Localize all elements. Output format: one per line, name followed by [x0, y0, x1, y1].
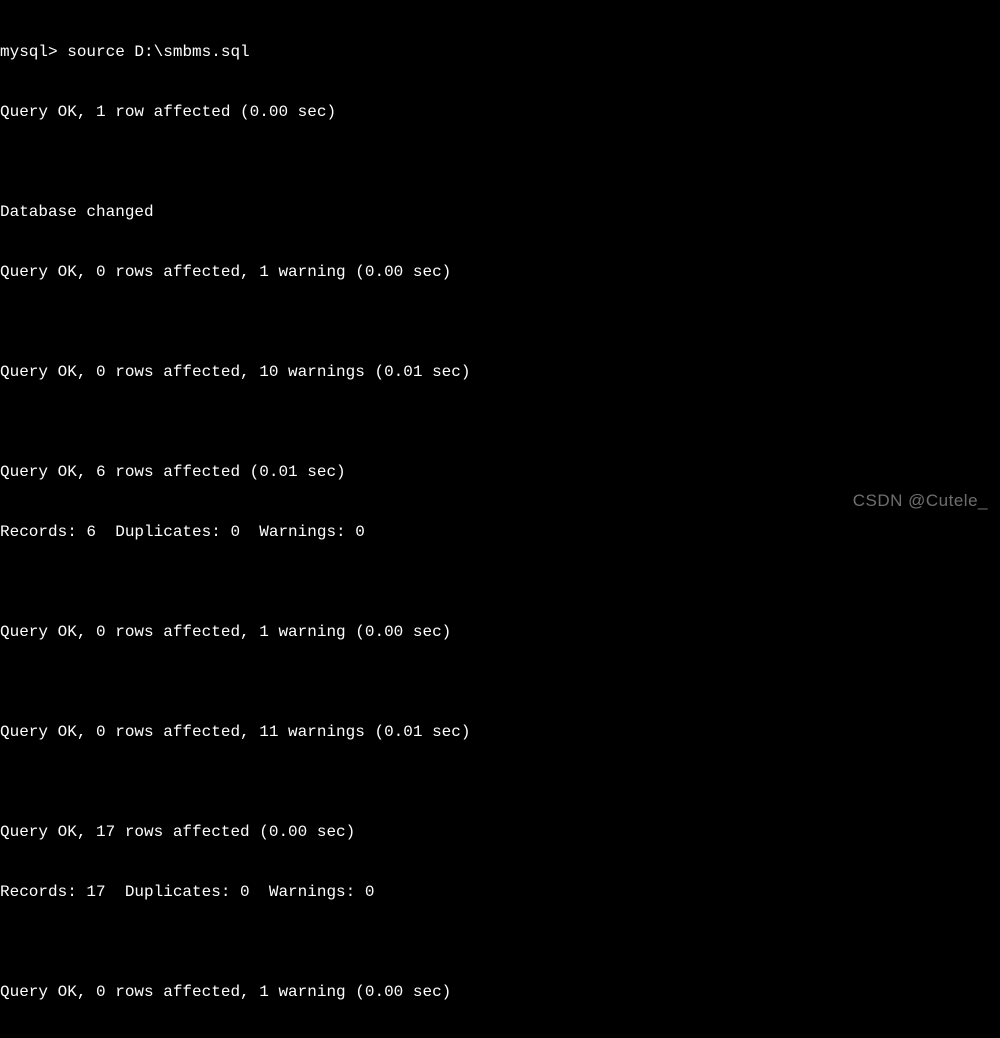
command-line: mysql> source D:\smbms.sql [0, 42, 1000, 62]
output-line: Database changed [0, 202, 1000, 222]
output-line: Query OK, 1 row affected (0.00 sec) [0, 102, 1000, 122]
output-line: Query OK, 0 rows affected, 1 warning (0.… [0, 982, 1000, 1002]
output-line: Query OK, 0 rows affected, 10 warnings (… [0, 362, 1000, 382]
output-line: Query OK, 0 rows affected, 1 warning (0.… [0, 262, 1000, 282]
output-line: Records: 17 Duplicates: 0 Warnings: 0 [0, 882, 1000, 902]
output-line: Query OK, 0 rows affected, 11 warnings (… [0, 722, 1000, 742]
terminal-output[interactable]: mysql> source D:\smbms.sql Query OK, 1 r… [0, 2, 1000, 1038]
output-line: Query OK, 0 rows affected, 1 warning (0.… [0, 622, 1000, 642]
watermark-text: CSDN @Cutele_ [853, 490, 988, 511]
output-line: Query OK, 6 rows affected (0.01 sec) [0, 462, 1000, 482]
command-text: source D:\smbms.sql [67, 43, 249, 61]
prompt: mysql> [0, 43, 67, 61]
output-line: Records: 6 Duplicates: 0 Warnings: 0 [0, 522, 1000, 542]
output-line: Query OK, 17 rows affected (0.00 sec) [0, 822, 1000, 842]
